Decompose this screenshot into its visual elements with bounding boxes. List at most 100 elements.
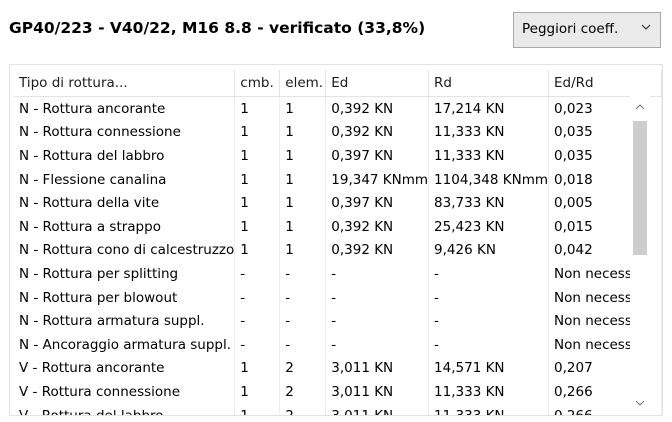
cell-cmb: 1	[234, 380, 281, 404]
cell-rd: 17,214 KN	[428, 96, 550, 121]
cell-tipo: V - Rottura ancorante	[14, 356, 236, 381]
cell-ed: 3,011 KN	[325, 380, 430, 404]
page-title: GP40/223 - V40/22, M16 8.8 - verificato …	[9, 19, 426, 37]
cell-ed: 0,392 KN	[325, 96, 430, 121]
column-header-cmb[interactable]: cmb.	[234, 70, 281, 97]
table-row[interactable]: V - Rottura connessione 1 2 3,011 KN 11,333 …	[14, 380, 662, 404]
cell-cmb: 1	[234, 120, 281, 145]
cell-elem: 1	[279, 238, 327, 263]
cell-ed: -	[325, 285, 430, 310]
cell-rd: 14,571 KN	[428, 356, 550, 381]
cell-tipo: N - Ancoraggio armatura suppl.	[14, 332, 236, 357]
cell-rd: 1104,348 KNmm	[428, 167, 550, 192]
results-grid: Tipo di rottura... cmb. elem. Ed Rd Ed/R…	[9, 64, 663, 416]
cell-cmb: -	[234, 262, 281, 286]
cell-elem: -	[279, 262, 327, 286]
cell-tipo: N - Rottura a strappo	[14, 214, 236, 239]
cell-tipo: N - Rottura della vite	[14, 191, 236, 215]
cell-cmb: 1	[234, 96, 281, 121]
cell-rd: 9,426 KN	[428, 238, 550, 263]
cell-cmb: 1	[234, 356, 281, 381]
cell-elem: 1	[279, 96, 327, 121]
cell-elem: -	[279, 332, 327, 357]
cell-cmb: -	[234, 285, 281, 310]
column-header-elem[interactable]: elem.	[279, 70, 327, 97]
cell-elem: 1	[279, 214, 327, 239]
cell-ed: 19,347 KNmm	[325, 167, 430, 192]
cell-ed: -	[325, 309, 430, 333]
cell-tipo: N - Rottura armatura suppl.	[14, 309, 236, 333]
cell-cmb: 1	[234, 191, 281, 215]
cell-ed: 0,392 KN	[325, 214, 430, 239]
table-row[interactable]: N - Ancoraggio armatura suppl. - - - - Non ne…	[14, 332, 662, 357]
table-row[interactable]: N - Rottura ancorante 1 1 0,392 KN 17,214 KN…	[14, 96, 662, 121]
table-row[interactable]: N - Rottura del labbro 1 1 0,397 KN 11,333 K…	[14, 144, 662, 168]
cell-rd: 11,333 KN	[428, 144, 550, 168]
sort-dropdown[interactable]: Peggiori coeff.	[513, 12, 661, 48]
cell-elem: 1	[279, 120, 327, 145]
cell-ed: 0,392 KN	[325, 238, 430, 263]
column-header-ed-rd[interactable]: Ed/Rd	[548, 70, 662, 97]
table-row[interactable]: N - Rottura armatura suppl. - - - - Non neces…	[14, 309, 662, 333]
cell-cmb: 1	[234, 144, 281, 168]
cell-elem: 1	[279, 144, 327, 168]
cell-tipo: N - Rottura cono di calcestruzzo	[14, 238, 236, 263]
sort-dropdown-value: Peggiori coeff.	[522, 21, 619, 37]
scrollbar-thumb[interactable]	[633, 121, 647, 255]
cell-tipo: N - Flessione canalina	[14, 167, 236, 192]
cell-rd: -	[428, 262, 550, 286]
column-header-ed[interactable]: Ed	[325, 70, 430, 97]
cell-rd: 25,423 KN	[428, 214, 550, 239]
cell-ed: 0,397 KN	[325, 191, 430, 215]
cell-ed: 0,397 KN	[325, 144, 430, 168]
cell-cmb: 1	[234, 238, 281, 263]
cell-rd: 11,333 KN	[428, 120, 550, 145]
table-row[interactable]: N - Rottura per blowout - - - - Non necess.	[14, 285, 662, 310]
cell-rd: 83,733 KN	[428, 191, 550, 215]
table-row[interactable]: N - Rottura connessione 1 1 0,392 KN 11,333 …	[14, 120, 662, 145]
table-row[interactable]: V - Rottura del labbro 1 2 3,011 KN 11,333 K…	[14, 403, 662, 415]
cell-cmb: -	[234, 332, 281, 357]
table-row[interactable]: N - Rottura della vite 1 1 0,397 KN 83,733 K…	[14, 191, 662, 215]
table-row[interactable]: N - Rottura cono di calcestruzzo 1 1 0,392 …	[14, 238, 662, 263]
results-table: Tipo di rottura... cmb. elem. Ed Rd Ed/R…	[14, 70, 662, 415]
column-header-tipo[interactable]: Tipo di rottura...	[14, 70, 236, 97]
cell-rd: 11,333 KN	[428, 403, 550, 415]
cell-cmb: 1	[234, 167, 281, 192]
column-header-rd[interactable]: Rd	[428, 70, 550, 97]
cell-ed: 3,011 KN	[325, 403, 430, 415]
cell-ed: -	[325, 332, 430, 357]
cell-elem: -	[279, 285, 327, 310]
cell-ed: -	[325, 262, 430, 286]
cell-tipo: V - Rottura del labbro	[14, 403, 236, 415]
cell-ed: 0,392 KN	[325, 120, 430, 145]
cell-tipo: N - Rottura del labbro	[14, 144, 236, 168]
cell-elem: 1	[279, 191, 327, 215]
cell-rd: -	[428, 285, 550, 310]
cell-ed: 3,011 KN	[325, 356, 430, 381]
scroll-up-icon[interactable]	[635, 102, 645, 112]
table-row[interactable]: N - Rottura per splitting - - - - Non necess.	[14, 262, 662, 286]
cell-tipo: N - Rottura per splitting	[14, 262, 236, 286]
chevron-down-icon	[641, 24, 651, 30]
cell-elem: 1	[279, 167, 327, 192]
cell-elem: 2	[279, 403, 327, 415]
cell-elem: 2	[279, 356, 327, 381]
cell-tipo: N - Rottura ancorante	[14, 96, 236, 121]
cell-cmb: 1	[234, 403, 281, 415]
cell-cmb: -	[234, 309, 281, 333]
table-row[interactable]: V - Rottura ancorante 1 2 3,011 KN 14,571 KN…	[14, 356, 662, 381]
vertical-scrollbar[interactable]	[630, 96, 650, 412]
scroll-down-icon[interactable]	[635, 398, 645, 408]
cell-tipo: N - Rottura per blowout	[14, 285, 236, 310]
cell-elem: -	[279, 309, 327, 333]
cell-tipo: N - Rottura connessione	[14, 120, 236, 145]
cell-rd: -	[428, 332, 550, 357]
cell-rd: -	[428, 309, 550, 333]
cell-cmb: 1	[234, 214, 281, 239]
table-row[interactable]: N - Flessione canalina 1 1 19,347 KNmm 1104,…	[14, 167, 662, 192]
cell-rd: 11,333 KN	[428, 380, 550, 404]
table-row[interactable]: N - Rottura a strappo 1 1 0,392 KN 25,423 KN…	[14, 214, 662, 239]
cell-tipo: V - Rottura connessione	[14, 380, 236, 404]
header-row: Tipo di rottura... cmb. elem. Ed Rd Ed/R…	[14, 70, 662, 97]
